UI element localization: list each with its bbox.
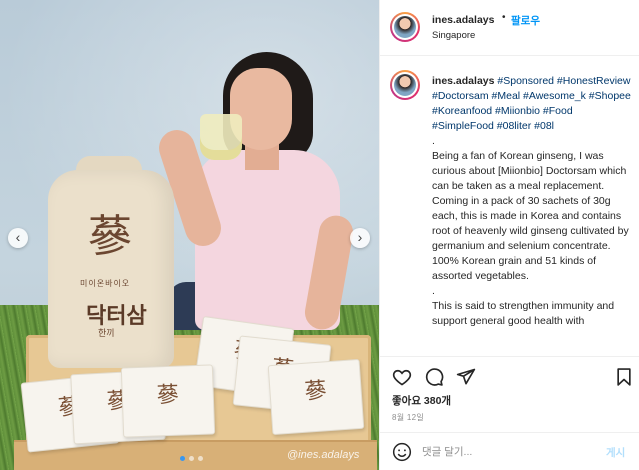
bag-logo-glyph: 蔘	[88, 211, 132, 262]
emoji-icon[interactable]	[392, 442, 412, 462]
sachet-logo-glyph: 蔘	[303, 378, 328, 405]
action-bar: 좋아요 380개 8월 12일	[380, 356, 639, 436]
chevron-right-icon[interactable]: ›	[350, 228, 370, 248]
header-username[interactable]: ines.adalays	[432, 14, 494, 26]
caption-username[interactable]: ines.adalays	[432, 75, 494, 87]
photo-watermark: @ines.adalays	[287, 449, 360, 461]
separator-dot: •	[502, 12, 506, 23]
caption-separator: .	[432, 135, 435, 147]
caption-paragraph: This is said to strengthen immunity and …	[432, 300, 615, 327]
chevron-left-icon[interactable]: ‹	[8, 228, 28, 248]
share-icon[interactable]	[456, 367, 476, 387]
location-link[interactable]: Singapore	[432, 30, 475, 41]
avatar[interactable]	[390, 70, 420, 100]
bag-subtitle: 한끼	[98, 328, 115, 338]
post-side-panel: ines.adalays • 팔로우 Singapore ines.adalay…	[379, 0, 639, 470]
carousel-indicator	[180, 456, 203, 461]
carousel-dot	[189, 456, 194, 461]
sachet: 蔘	[120, 364, 216, 438]
comment-icon[interactable]	[424, 367, 444, 387]
sachet-logo-glyph: 蔘	[156, 382, 180, 409]
bag-brand: 미이온바이오	[80, 279, 131, 288]
caption-separator: .	[432, 285, 435, 297]
bag-product-name: 닥터삼	[86, 303, 147, 328]
bookmark-icon[interactable]	[614, 367, 634, 387]
post-header: ines.adalays • 팔로우 Singapore	[380, 0, 639, 56]
drink-glass	[200, 114, 242, 160]
carousel-dot-active	[180, 456, 185, 461]
caption-section[interactable]: ines.adalays #Sponsored #HonestReview #D…	[380, 56, 639, 356]
post-photo[interactable]: 蔘 미이온바이오 닥터삼 한끼 蔘 蔘 蔘 蔘 蔘 蔘 @ines.adalay…	[0, 0, 379, 470]
caption-paragraph: Being a fan of Korean ginseng, I was cur…	[432, 150, 629, 282]
avatar[interactable]	[390, 12, 420, 42]
carousel-dot	[198, 456, 203, 461]
post-comment-button[interactable]: 게시	[606, 445, 625, 460]
heart-icon[interactable]	[392, 367, 412, 387]
comment-box: 게시	[380, 432, 639, 470]
sachet: 蔘	[267, 358, 365, 436]
comment-input[interactable]	[422, 443, 582, 461]
likes-count[interactable]: 좋아요 380개	[392, 393, 451, 408]
post-date[interactable]: 8월 12일	[392, 412, 424, 423]
follow-button[interactable]: 팔로우	[511, 13, 540, 28]
caption-text: ines.adalays #Sponsored #HonestReview #D…	[432, 74, 632, 329]
